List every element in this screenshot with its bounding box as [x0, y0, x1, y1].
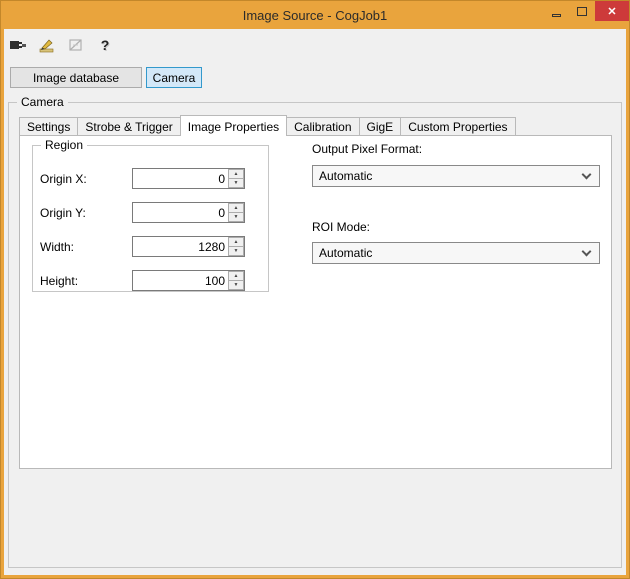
- origin-y-input[interactable]: [133, 203, 228, 222]
- roi-mode-value: Automatic: [319, 246, 373, 260]
- height-label: Height:: [40, 274, 79, 288]
- tab-strip: Settings Strobe & Trigger Image Properti…: [19, 114, 516, 136]
- setup-pencil-icon-glyph: [39, 38, 54, 52]
- tab-gige[interactable]: GigE: [358, 117, 402, 135]
- chevron-down-icon: [581, 169, 592, 180]
- image-database-button-label: Image database: [32, 70, 120, 85]
- tab-settings-label: Settings: [27, 120, 71, 134]
- spin-down-button[interactable]: ▼: [228, 213, 244, 222]
- caption-buttons: ✕: [543, 1, 629, 21]
- width-spinner: ▲ ▼: [228, 237, 244, 256]
- camera-groupbox: Camera Settings Strobe & Trigger Image P…: [8, 95, 622, 568]
- output-pixel-format-select[interactable]: Automatic: [312, 165, 600, 187]
- spin-up-button[interactable]: ▲: [228, 271, 244, 281]
- region-groupbox-label: Region: [41, 138, 88, 152]
- camera-groupbox-label: Camera: [17, 95, 68, 109]
- camera-button-label: Camera: [152, 70, 196, 85]
- origin-x-input[interactable]: [133, 169, 228, 188]
- origin-y-label: Origin Y:: [40, 206, 86, 220]
- origin-y-spinbox: ▲ ▼: [132, 202, 245, 223]
- client-area: ? Image database Camera Camera Settings …: [4, 29, 626, 575]
- close-button[interactable]: ✕: [595, 1, 629, 21]
- output-pixel-format-value: Automatic: [319, 169, 373, 183]
- tab-calibration-label: Calibration: [294, 120, 352, 134]
- camera-button[interactable]: Camera: [146, 67, 202, 88]
- width-spinbox: ▲ ▼: [132, 236, 245, 257]
- setup-pencil-icon[interactable]: [37, 36, 57, 54]
- tab-strobe-trigger-label: Strobe & Trigger: [85, 120, 173, 134]
- height-input[interactable]: [133, 271, 228, 290]
- chevron-down-icon: [581, 246, 592, 257]
- connect-icon[interactable]: [8, 36, 28, 54]
- height-spinbox: ▲ ▼: [132, 270, 245, 291]
- spin-up-button[interactable]: ▲: [228, 203, 244, 213]
- abort-disabled-icon-glyph: [69, 38, 82, 51]
- spin-up-button[interactable]: ▲: [228, 169, 244, 179]
- width-label: Width:: [40, 240, 75, 254]
- output-pixel-format-label: Output Pixel Format:: [312, 142, 423, 156]
- roi-mode-label: ROI Mode:: [312, 220, 371, 234]
- height-spinner: ▲ ▼: [228, 271, 244, 290]
- origin-x-label: Origin X:: [40, 172, 87, 186]
- tab-image-properties-label: Image Properties: [187, 120, 280, 134]
- close-icon: ✕: [607, 5, 617, 18]
- tab-gige-label: GigE: [366, 120, 394, 134]
- width-input[interactable]: [133, 237, 228, 256]
- titlebar[interactable]: Image Source - CogJob1: [1, 1, 629, 29]
- maximize-button[interactable]: [569, 1, 595, 21]
- tab-image-properties[interactable]: Image Properties: [179, 115, 288, 136]
- spin-down-button[interactable]: ▼: [228, 179, 244, 188]
- maximize-icon: [577, 6, 587, 16]
- image-properties-tabpage: Region Origin X: ▲ ▼ Origin Y: ▲ ▼: [19, 135, 612, 469]
- image-source-window: Image Source - CogJob1 ✕ ? Image databas…: [0, 0, 630, 579]
- tab-strobe-trigger[interactable]: Strobe & Trigger: [77, 117, 181, 135]
- tab-custom-properties[interactable]: Custom Properties: [400, 117, 516, 135]
- origin-x-spinner: ▲ ▼: [228, 169, 244, 188]
- spin-down-button[interactable]: ▼: [228, 281, 244, 290]
- minimize-button[interactable]: [543, 1, 569, 21]
- tab-calibration[interactable]: Calibration: [286, 117, 360, 135]
- roi-mode-select[interactable]: Automatic: [312, 242, 600, 264]
- tab-settings[interactable]: Settings: [19, 117, 79, 135]
- tab-custom-properties-label: Custom Properties: [408, 120, 508, 134]
- toolbar: ?: [8, 34, 115, 56]
- image-database-button[interactable]: Image database: [10, 67, 142, 88]
- spin-up-button[interactable]: ▲: [228, 237, 244, 247]
- minimize-icon: [551, 13, 561, 17]
- origin-x-spinbox: ▲ ▼: [132, 168, 245, 189]
- abort-disabled-icon: [66, 36, 86, 54]
- help-icon-glyph: ?: [100, 37, 110, 53]
- window-title: Image Source - CogJob1: [242, 7, 388, 23]
- connect-icon-glyph: [10, 41, 26, 49]
- spin-down-button[interactable]: ▼: [228, 247, 244, 256]
- origin-y-spinner: ▲ ▼: [228, 203, 244, 222]
- help-icon[interactable]: ?: [95, 36, 115, 54]
